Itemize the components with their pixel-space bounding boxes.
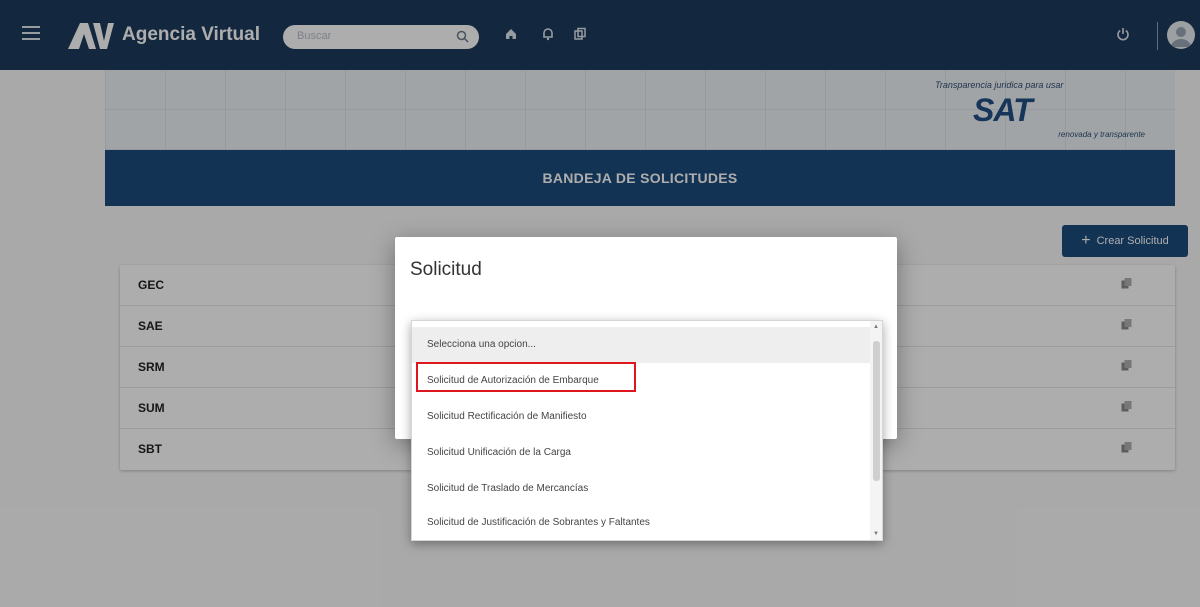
- highlight-annotation-box: [416, 362, 636, 392]
- request-type-dropdown[interactable]: Selecciona una opcion... Solicitud de Au…: [411, 320, 883, 541]
- dropdown-option[interactable]: Solicitud de Justificación de Sobrantes …: [412, 505, 870, 541]
- dropdown-option[interactable]: Solicitud de Traslado de Mercancías: [412, 471, 870, 507]
- scroll-down-icon[interactable]: ▼: [873, 531, 879, 537]
- dropdown-option[interactable]: Solicitud Rectificación de Manifiesto: [412, 399, 870, 435]
- scroll-up-icon[interactable]: ▲: [873, 324, 879, 330]
- dropdown-option[interactable]: Solicitud Unificación de la Carga: [412, 435, 870, 471]
- modal-title: Solicitud: [410, 259, 482, 280]
- scrollbar-thumb[interactable]: [873, 341, 880, 481]
- dropdown-option[interactable]: Selecciona una opcion...: [412, 327, 870, 363]
- dropdown-scrollbar[interactable]: ▲ ▼: [870, 321, 882, 540]
